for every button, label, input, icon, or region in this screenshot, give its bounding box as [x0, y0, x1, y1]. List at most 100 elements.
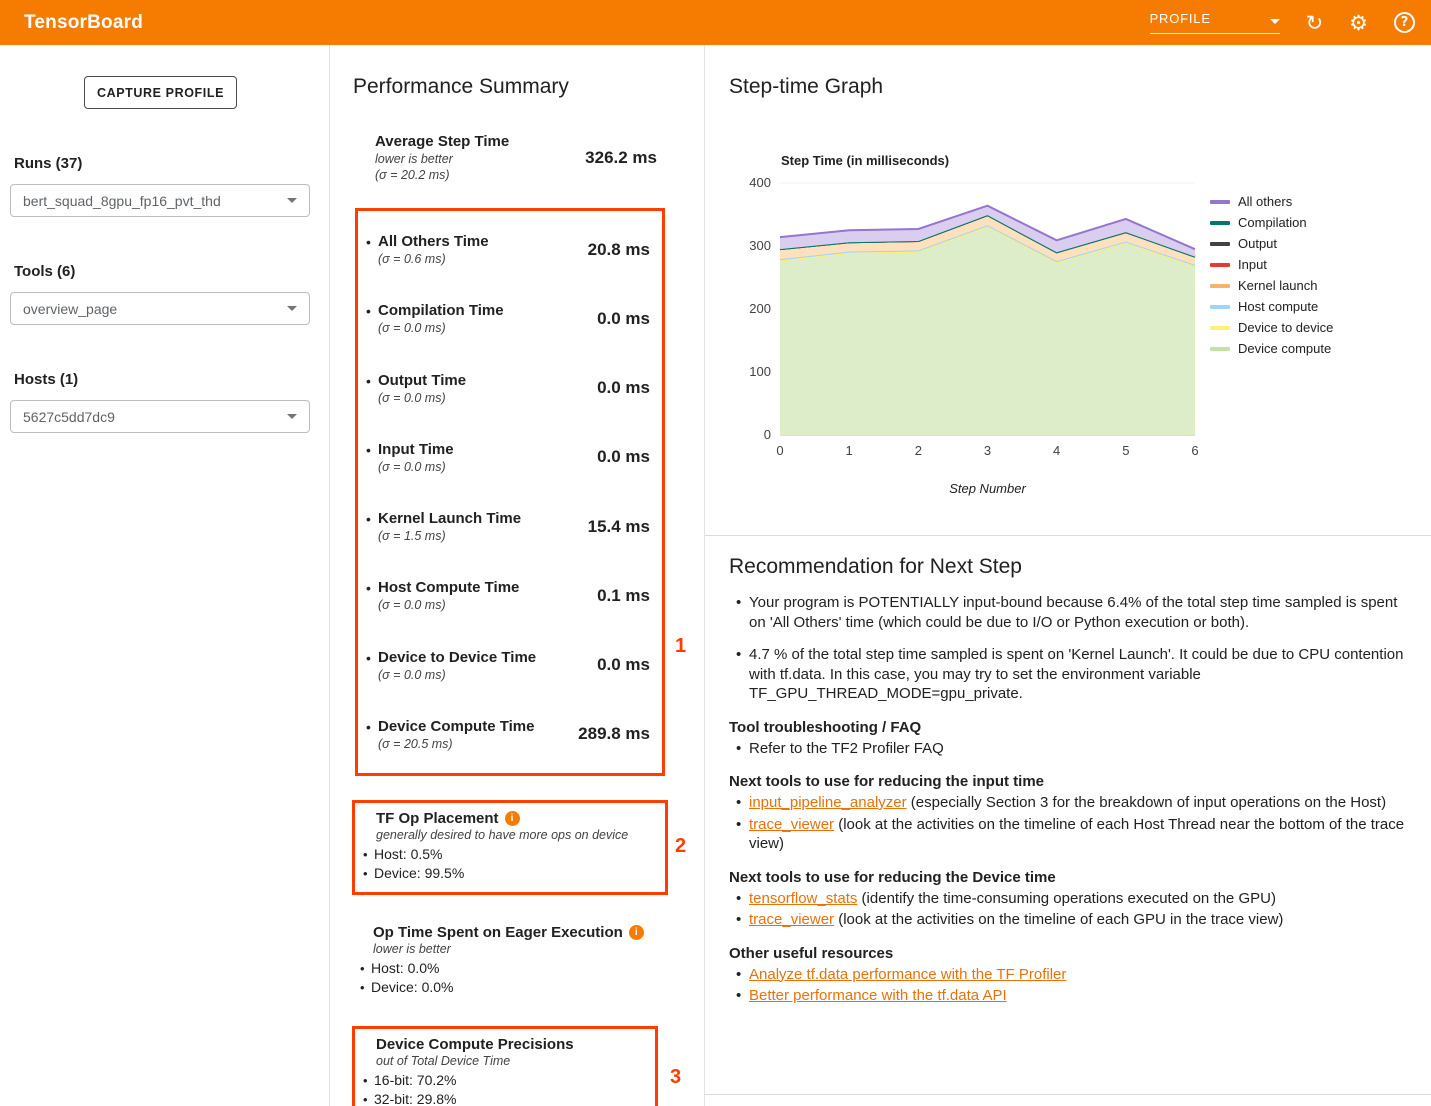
svg-text:400: 400: [749, 177, 771, 190]
annotation-box-2: TF Op Placement generally desired to hav…: [352, 800, 668, 895]
tool-link[interactable]: tensorflow_stats: [749, 890, 857, 907]
legend-swatch: [1210, 326, 1230, 330]
capture-profile-button[interactable]: CAPTURE PROFILE: [84, 76, 237, 109]
reco-list-item: tensorflow_stats (identify the time-cons…: [749, 889, 1413, 909]
reco-section-list: input_pipeline_analyzer (especially Sect…: [729, 793, 1413, 854]
chevron-down-icon: [287, 198, 297, 203]
section-subtitle: out of Total Device Time: [376, 1054, 647, 1068]
section-divider: [705, 535, 1431, 536]
tools-dropdown-value: overview_page: [23, 301, 117, 317]
legend-label: Input: [1238, 257, 1267, 272]
metric-row: Input Time(σ = 0.0 ms) 0.0 ms: [358, 441, 650, 474]
topbar: TensorBoard PROFILE ↻ ⚙ ?: [0, 0, 1431, 45]
metric-sigma: (σ = 20.5 ms): [378, 737, 534, 751]
metric-labels: Output Time(σ = 0.0 ms): [378, 372, 466, 405]
runs-label: Runs (37): [14, 155, 82, 172]
chart-title: Step Time (in milliseconds): [781, 153, 949, 168]
performance-summary-title: Performance Summary: [353, 75, 569, 99]
metric-label: Kernel Launch Time: [378, 510, 521, 527]
list-item: Device: 99.5%: [361, 864, 657, 883]
help-icon[interactable]: ?: [1394, 12, 1415, 33]
metric-value: 0.0 ms: [597, 378, 650, 398]
tools-dropdown[interactable]: overview_page: [10, 292, 310, 325]
dashboard-selector-value: PROFILE: [1150, 11, 1211, 26]
legend-label: Compilation: [1238, 215, 1307, 230]
reco-section-heading: Other useful resources: [729, 945, 1413, 962]
reco-section-heading: Tool troubleshooting / FAQ: [729, 719, 1413, 736]
legend-item: All others: [1210, 191, 1333, 212]
resource-link[interactable]: Analyze tf.data performance with the TF …: [749, 966, 1066, 983]
metric-row: Output Time(σ = 0.0 ms) 0.0 ms: [358, 372, 650, 405]
svg-text:4: 4: [1053, 443, 1060, 458]
metric-labels: Host Compute Time(σ = 0.0 ms): [378, 579, 519, 612]
tf-op-placement-header: TF Op Placement: [376, 810, 657, 827]
metric-sigma: (σ = 0.6 ms): [378, 252, 489, 266]
metric-sigma: (σ = 0.0 ms): [378, 391, 466, 405]
legend-label: All others: [1238, 194, 1292, 209]
metric-labels: Device Compute Time(σ = 20.5 ms): [378, 718, 534, 751]
metric-sigma: (σ = 1.5 ms): [378, 529, 521, 543]
dashboard-selector[interactable]: PROFILE: [1150, 11, 1280, 34]
tf-op-placement-list: Host: 0.5% Device: 99.5%: [361, 845, 657, 883]
svg-text:0: 0: [764, 427, 771, 442]
svg-text:1: 1: [846, 443, 853, 458]
tool-link[interactable]: trace_viewer: [749, 911, 834, 928]
metric-labels: Kernel Launch Time (σ = 1.5 ms): [378, 510, 521, 543]
list-item: Host: 0.5%: [361, 845, 657, 864]
legend-swatch: [1210, 263, 1230, 267]
app-title: TensorBoard: [24, 12, 143, 34]
annotation-number-2: 2: [675, 835, 686, 858]
legend-swatch: [1210, 200, 1230, 204]
info-icon[interactable]: [505, 811, 520, 826]
reco-section-list: Analyze tf.data performance with the TF …: [729, 965, 1413, 1006]
step-time-chart[interactable]: 01002003004000123456: [740, 177, 1210, 477]
metric-value: 0.0 ms: [597, 447, 650, 467]
chevron-down-icon: [287, 414, 297, 419]
recommendation-title: Recommendation for Next Step: [729, 555, 1413, 579]
info-icon[interactable]: [629, 925, 644, 940]
step-time-graph-title: Step-time Graph: [729, 75, 883, 99]
item-text: Refer to the TF2 Profiler FAQ: [749, 740, 944, 757]
metric-row: All Others Time(σ = 0.6 ms) 20.8 ms: [358, 233, 650, 266]
eager-execution-header: Op Time Spent on Eager Execution: [373, 924, 660, 941]
section-title: TF Op Placement: [376, 810, 499, 827]
sidebar: CAPTURE PROFILE Runs (37) bert_squad_8gp…: [0, 45, 330, 1106]
svg-text:5: 5: [1122, 443, 1129, 458]
metric-labels: Compilation Time(σ = 0.0 ms): [378, 302, 504, 335]
x-axis-label: Step Number: [780, 481, 1195, 496]
reco-list-item: trace_viewer (look at the activities on …: [749, 815, 1413, 854]
metric-sigma: (σ = 0.0 ms): [378, 668, 536, 682]
recommendation-bullet: Your program is POTENTIALLY input-bound …: [749, 593, 1413, 632]
section-title: Op Time Spent on Eager Execution: [373, 924, 623, 941]
legend-item: Device to device: [1210, 317, 1333, 338]
metric-value: 15.4 ms: [588, 517, 650, 537]
annotation-number-3: 3: [670, 1066, 681, 1089]
tool-link[interactable]: input_pipeline_analyzer: [749, 794, 907, 811]
reco-list-item: input_pipeline_analyzer (especially Sect…: [749, 793, 1413, 813]
reload-icon[interactable]: ↻: [1306, 11, 1324, 35]
metric-label: Average Step Time: [375, 133, 509, 150]
section-divider: [705, 1094, 1431, 1095]
hosts-dropdown[interactable]: 5627c5dd7dc9: [10, 400, 310, 433]
legend-swatch: [1210, 347, 1230, 351]
resource-link[interactable]: Better performance with the tf.data API: [749, 987, 1007, 1004]
legend-item: Compilation: [1210, 212, 1333, 233]
metric-label: Device to Device Time: [378, 649, 536, 666]
eager-execution-list: Host: 0.0% Device: 0.0%: [358, 959, 660, 997]
recommendation-bullets: Your program is POTENTIALLY input-bound …: [729, 593, 1413, 704]
list-item: Host: 0.0%: [358, 959, 660, 978]
metric-row: Device to Device Time(σ = 0.0 ms) 0.0 ms: [358, 649, 650, 682]
svg-text:3: 3: [984, 443, 991, 458]
settings-icon[interactable]: ⚙: [1349, 11, 1368, 35]
item-text: (look at the activities on the timeline …: [749, 816, 1404, 853]
legend-item: Device compute: [1210, 338, 1333, 359]
metric-row: Device Compute Time(σ = 20.5 ms) 289.8 m…: [358, 718, 650, 751]
topbar-controls: PROFILE ↻ ⚙ ?: [1150, 11, 1415, 35]
metric-sigma: (σ = 0.0 ms): [378, 598, 519, 612]
legend-label: Device compute: [1238, 341, 1331, 356]
metric-labels: Device to Device Time (σ = 0.0 ms): [378, 649, 536, 682]
legend-label: Device to device: [1238, 320, 1333, 335]
performance-summary-panel: Performance Summary Average Step Time lo…: [330, 45, 705, 1106]
tool-link[interactable]: trace_viewer: [749, 816, 834, 833]
runs-dropdown[interactable]: bert_squad_8gpu_fp16_pvt_thd: [10, 184, 310, 217]
